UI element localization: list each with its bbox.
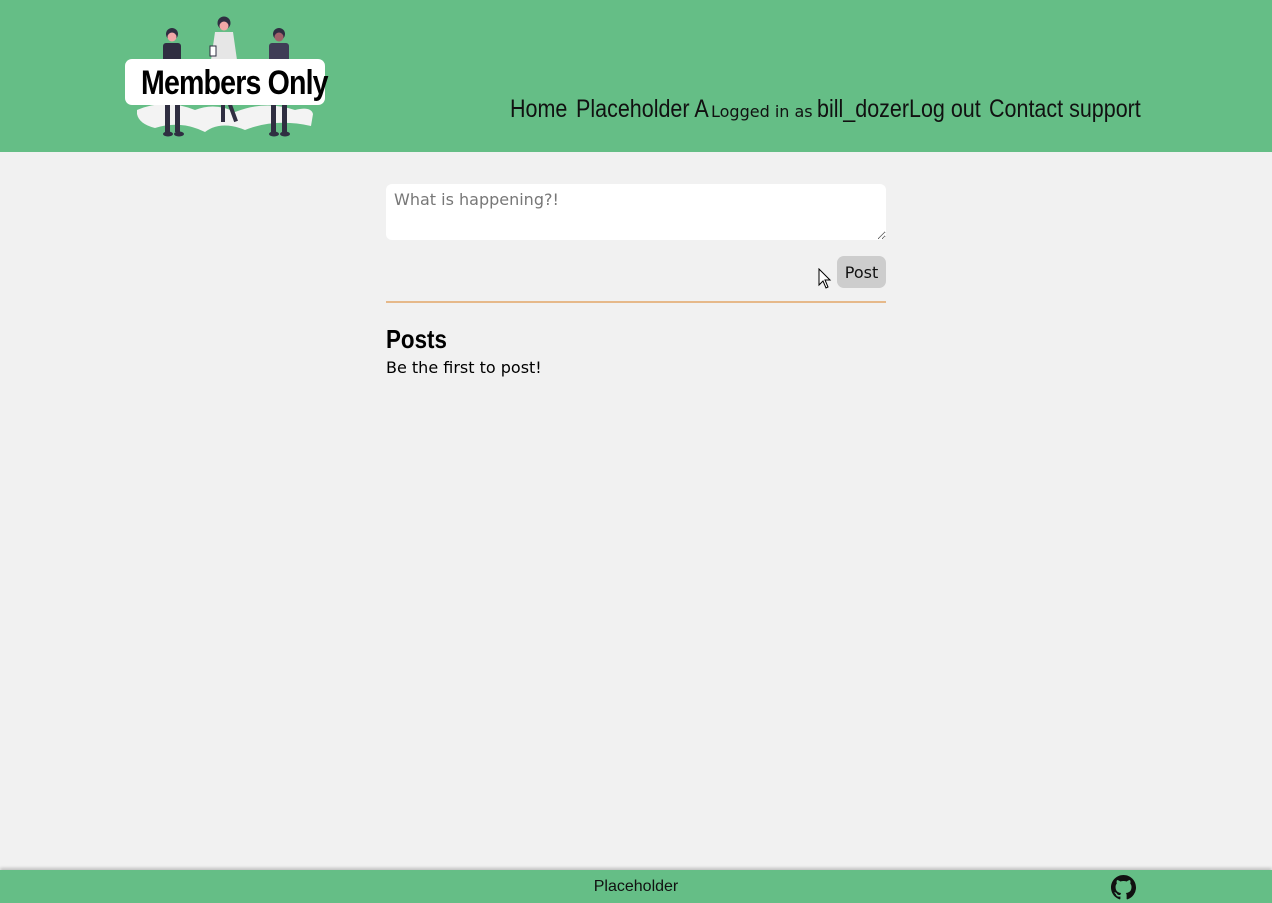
divider [386, 301, 886, 303]
logo[interactable]: Members Only [125, 14, 329, 138]
post-composer-input[interactable] [386, 184, 886, 240]
footer-text: Placeholder [593, 878, 679, 895]
empty-posts-message: Be the first to post! [386, 358, 542, 377]
post-button[interactable]: Post [837, 256, 886, 288]
nav-placeholder-link[interactable]: Placeholder A [576, 95, 709, 124]
site-header: Members Only Home Placeholder A Logged i… [0, 0, 1272, 152]
nav-home-link[interactable]: Home [510, 95, 567, 124]
main-nav: Home Placeholder A Logged in as bill_doz… [510, 95, 1141, 129]
logged-in-label: Logged in as [711, 102, 813, 121]
github-icon[interactable] [1111, 875, 1136, 900]
posts-heading: Posts [386, 324, 447, 354]
mouse-cursor-icon [818, 268, 832, 289]
contact-support-link[interactable]: Contact support [989, 95, 1141, 124]
logo-text: Members Only [141, 64, 329, 102]
logout-link[interactable]: Log out [909, 95, 981, 124]
username: bill_dozer [816, 95, 909, 123]
site-footer: Placeholder [0, 870, 1272, 903]
logged-in-status: Logged in as bill_dozer [711, 95, 909, 124]
